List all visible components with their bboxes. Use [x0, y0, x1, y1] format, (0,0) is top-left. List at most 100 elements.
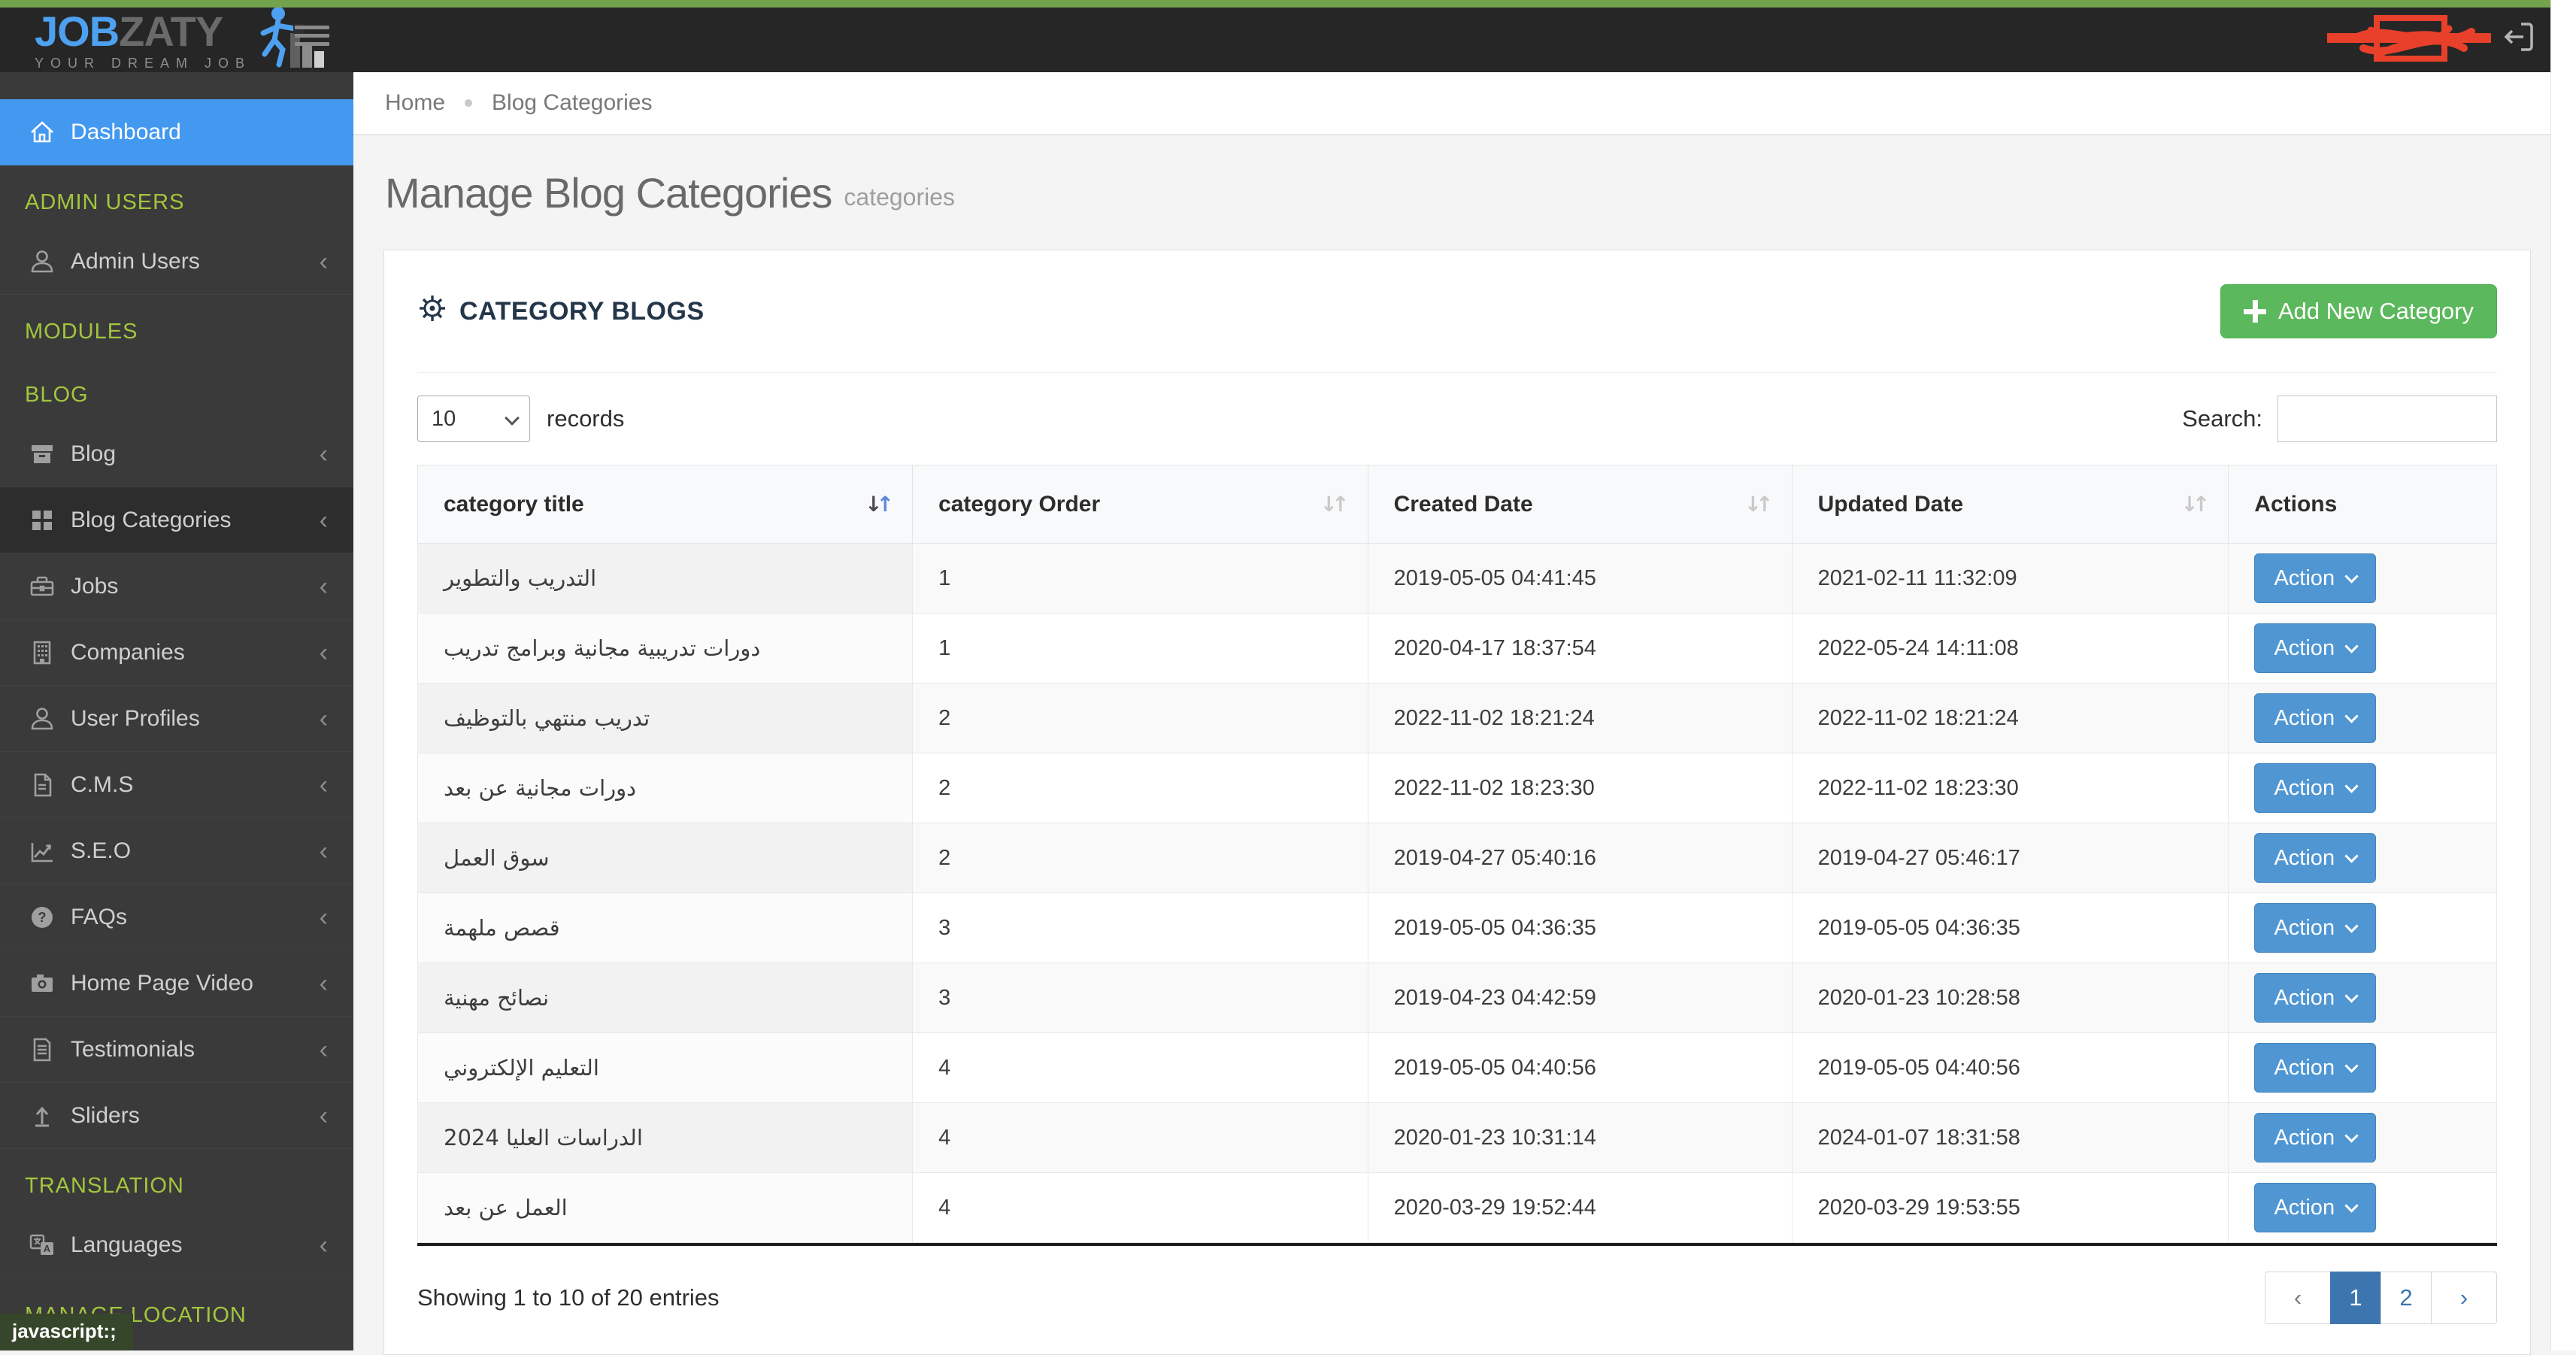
panel-header: CATEGORY BLOGS Add New Category — [417, 250, 2497, 373]
caret-down-icon — [2344, 848, 2359, 863]
table-row: دورات تدريبية مجانية وبرامج تدريب 1 2020-0… — [417, 613, 2497, 684]
column-header-category-order[interactable]: category Order ↓↑ — [912, 465, 1368, 544]
category-title-cell: التدريب والتطوير — [417, 543, 914, 614]
sidebar-item-testimonials[interactable]: Testimonials ‹ — [0, 1017, 353, 1083]
sidebar-item-label: S.E.O — [71, 838, 132, 863]
action-dropdown-button[interactable]: Action — [2254, 1113, 2377, 1163]
sidebar-item-jobs[interactable]: Jobs ‹ — [0, 553, 353, 620]
updated-date-cell: 2024-01-07 18:31:58 — [1791, 1102, 2229, 1173]
sort-icon: ↓↑ — [1744, 492, 1774, 517]
gear-icon — [417, 293, 447, 330]
action-dropdown-button[interactable]: Action — [2254, 693, 2377, 743]
sidebar-item-user-profiles[interactable]: User Profiles ‹ — [0, 686, 353, 752]
user-icon — [27, 247, 57, 277]
logo-text: JOBZATY YOUR DREAM JOB — [35, 11, 251, 71]
action-dropdown-button[interactable]: Action — [2254, 903, 2377, 953]
action-dropdown-button[interactable]: Action — [2254, 553, 2377, 603]
pagination-prev[interactable]: ‹ — [2265, 1272, 2331, 1324]
app-logo[interactable]: JOBZATY YOUR DREAM JOB — [35, 7, 328, 73]
action-button-label: Action — [2274, 1195, 2335, 1220]
page-scrollbar[interactable] — [2550, 0, 2576, 1350]
category-title-cell: قصص ملهمة — [417, 893, 914, 963]
action-button-label: Action — [2274, 565, 2335, 590]
category-order-cell-text: 4 — [938, 1125, 951, 1150]
category-order-cell-text: 2 — [938, 775, 951, 800]
categories-table: category title ↓↑ category Order ↓↑ Created … — [417, 465, 2497, 1243]
category-title-cell: تدريب منتهي بالتوظيف — [417, 683, 914, 753]
action-dropdown-button[interactable]: Action — [2254, 763, 2377, 813]
action-dropdown-button[interactable]: Action — [2254, 1183, 2377, 1232]
chevron-left-icon: ‹ — [319, 571, 328, 601]
sidebar-item-label: Home Page Video — [71, 970, 253, 996]
action-button-label: Action — [2274, 775, 2335, 800]
action-dropdown-button[interactable]: Action — [2254, 1043, 2377, 1093]
column-header-created-date[interactable]: Created Date ↓↑ — [1367, 465, 1793, 544]
category-order-cell-text: 3 — [938, 915, 951, 940]
category-order-cell-text: 4 — [938, 1055, 951, 1080]
add-new-category-button[interactable]: Add New Category — [2220, 284, 2497, 338]
category-title-cell-text: دورات مجانية عن بعد — [444, 775, 637, 801]
caret-down-icon — [2344, 988, 2359, 1003]
breadcrumb-home[interactable]: Home — [385, 90, 445, 116]
created-date-cell: 2019-05-05 04:40:56 — [1367, 1032, 1793, 1103]
action-button-label: Action — [2274, 1055, 2335, 1080]
actions-cell: Action — [2228, 543, 2497, 614]
sidebar-item-s-e-o[interactable]: S.E.O ‹ — [0, 818, 353, 884]
action-dropdown-button[interactable]: Action — [2254, 973, 2377, 1023]
sidebar-item-sliders[interactable]: Sliders ‹ — [0, 1083, 353, 1149]
actions-cell: Action — [2228, 753, 2497, 823]
chevron-left-icon: ‹ — [319, 770, 328, 799]
categories-table-wrap: category title ↓↑ category Order ↓↑ Created … — [417, 465, 2497, 1246]
category-order-cell: 1 — [912, 613, 1368, 684]
updated-date-cell: 2019-05-05 04:40:56 — [1791, 1032, 2229, 1103]
records-per-page-select[interactable]: 10 — [417, 396, 530, 442]
action-button-label: Action — [2274, 705, 2335, 730]
category-order-cell-text: 4 — [938, 1195, 951, 1220]
hamburger-menu-icon[interactable] — [295, 26, 329, 51]
home-icon — [27, 117, 57, 147]
sidebar-item-c-m-s[interactable]: C.M.S ‹ — [0, 752, 353, 818]
sidebar-item-label: User Profiles — [71, 705, 200, 731]
sidebar-item-label: Dashboard — [71, 119, 181, 144]
file-icon — [27, 770, 57, 800]
pagination-next[interactable]: › — [2431, 1272, 2497, 1324]
column-label: Updated Date — [1817, 491, 1963, 517]
breadcrumb: Home Blog Categories — [353, 72, 2550, 135]
table-controls: 10 records Search: — [417, 373, 2497, 465]
sidebar-nav: Dashboard ADMIN USERS Admin Users ‹ MODULES B… — [0, 72, 353, 1350]
sidebar-section-header: ADMIN USERS — [0, 165, 353, 229]
page-header: Manage Blog Categories categories — [353, 135, 2550, 250]
created-date-cell-text: 2019-05-05 04:36:35 — [1393, 915, 1596, 940]
action-button-label: Action — [2274, 915, 2335, 940]
question-icon: ? — [27, 902, 57, 932]
logout-icon[interactable] — [2501, 20, 2535, 54]
chevron-down-icon — [505, 411, 520, 426]
sidebar-item-languages[interactable]: A Languages ‹ — [0, 1212, 353, 1278]
sidebar-item-dashboard[interactable]: Dashboard — [0, 99, 353, 165]
updated-date-cell-text: 2019-05-05 04:40:56 — [1817, 1055, 2020, 1080]
sidebar-item-companies[interactable]: Companies ‹ — [0, 620, 353, 686]
search-input[interactable] — [2277, 396, 2497, 442]
sidebar-item-faqs[interactable]: ? FAQs ‹ — [0, 884, 353, 950]
sidebar-item-admin-users[interactable]: Admin Users ‹ — [0, 229, 353, 295]
table-footer: Showing 1 to 10 of 20 entries ‹ 1 2 › — [417, 1246, 2497, 1354]
action-dropdown-button[interactable]: Action — [2254, 623, 2377, 673]
user-icon — [27, 704, 57, 734]
pagination-page-1[interactable]: 1 — [2330, 1272, 2381, 1324]
column-header-updated-date[interactable]: Updated Date ↓↑ — [1791, 465, 2229, 544]
actions-cell: Action — [2228, 1032, 2497, 1103]
sidebar-item-blog[interactable]: Blog ‹ — [0, 421, 353, 487]
sidebar-item-label: FAQs — [71, 904, 128, 929]
sidebar-item-home-page-video[interactable]: Home Page Video ‹ — [0, 950, 353, 1017]
action-dropdown-button[interactable]: Action — [2254, 833, 2377, 883]
sidebar-item-blog-categories[interactable]: Blog Categories ‹ — [0, 487, 353, 553]
chevron-left-icon: ‹ — [319, 836, 328, 865]
sidebar-item-label: Testimonials — [71, 1036, 195, 1062]
created-date-cell: 2020-03-29 19:52:44 — [1367, 1172, 1793, 1243]
chevron-left-icon: ‹ — [319, 969, 328, 998]
table-row: تدريب منتهي بالتوظيف 2 2022-11-02 18:21:24… — [417, 683, 2497, 753]
pagination-page-2[interactable]: 2 — [2381, 1272, 2432, 1324]
topbar-accent-strip — [0, 0, 2576, 8]
column-header-category-title[interactable]: category title ↓↑ — [417, 465, 914, 544]
updated-date-cell-text: 2022-05-24 14:11:08 — [1817, 635, 2019, 660]
